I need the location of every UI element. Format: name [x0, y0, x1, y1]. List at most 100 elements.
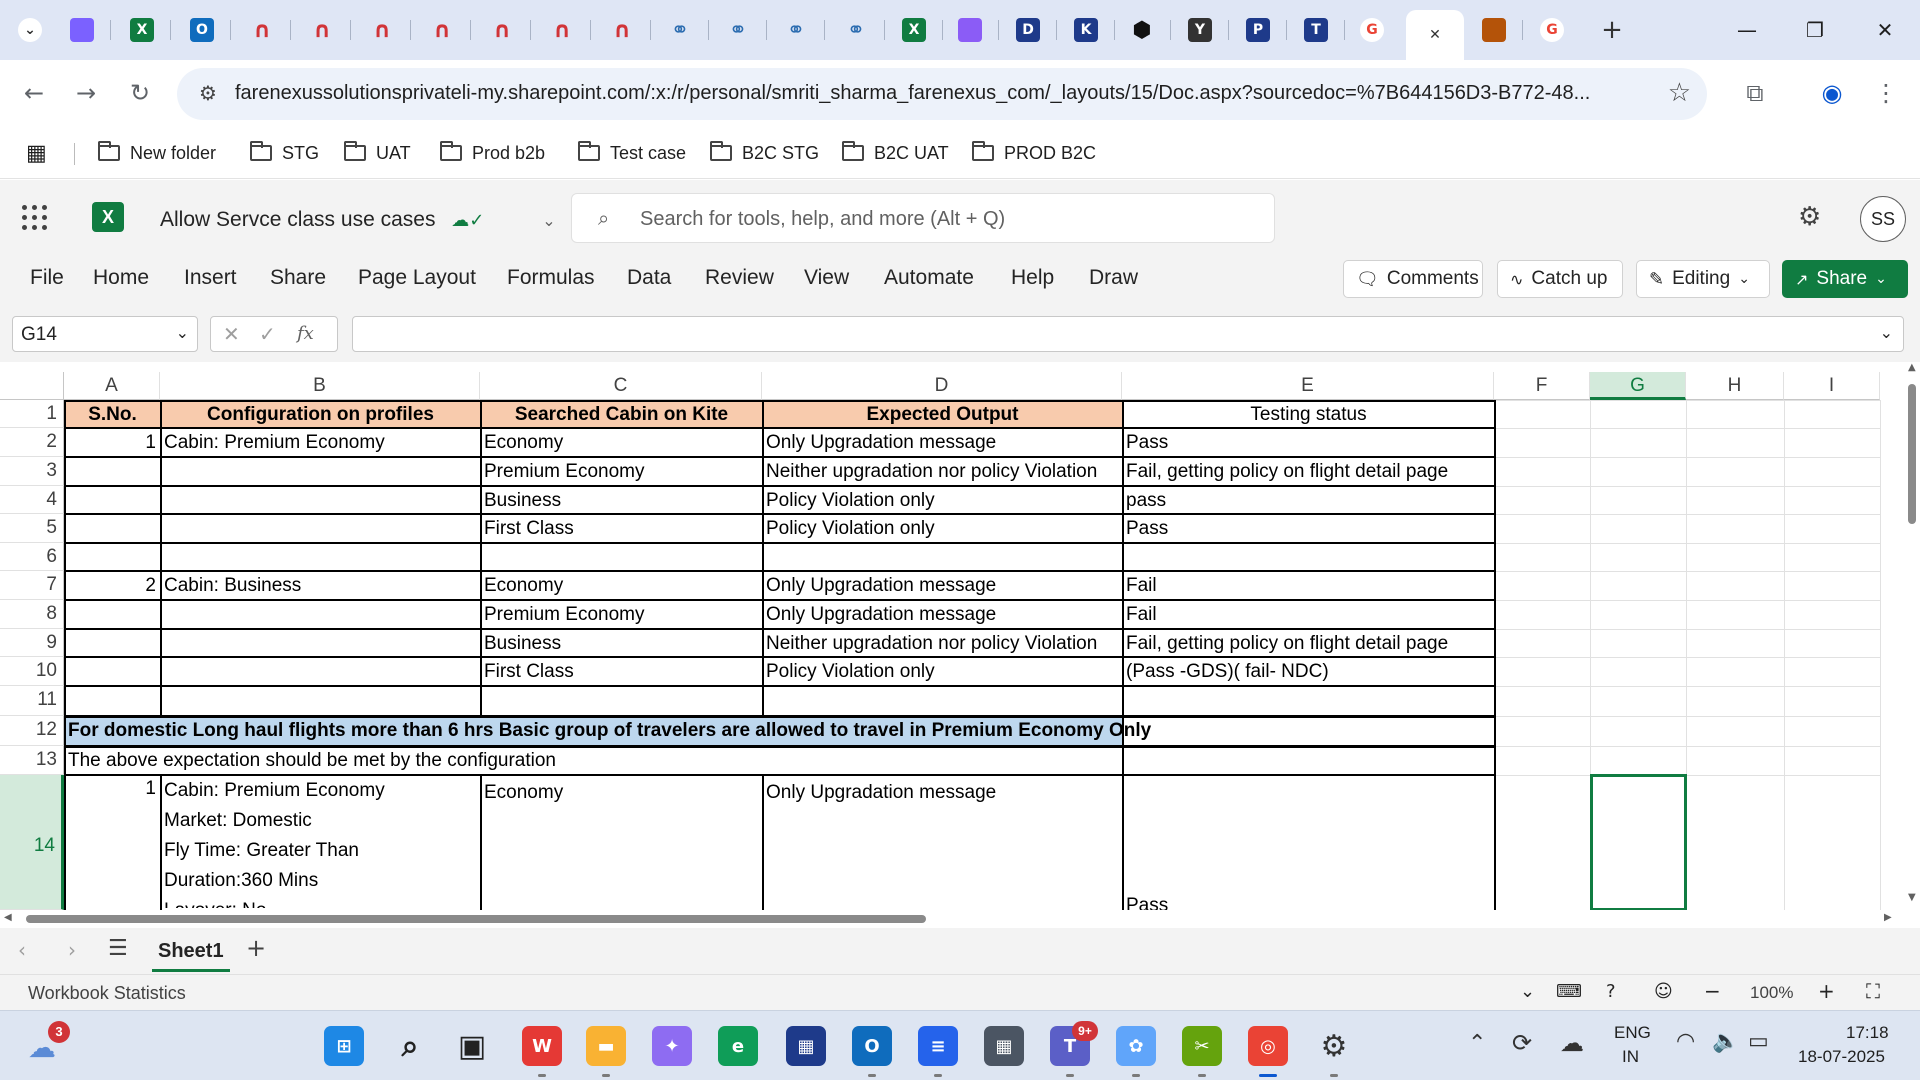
cell-d2[interactable]: Only Upgradation message — [763, 429, 1122, 457]
row-header-11[interactable]: 11 — [0, 686, 64, 716]
row-header-7[interactable]: 7 — [0, 571, 64, 600]
address-bar[interactable]: ⚙ farenexussolutionsprivateli-my.sharepo… — [177, 68, 1707, 120]
column-header-i[interactable]: I — [1784, 372, 1880, 400]
cell-a4[interactable] — [65, 487, 160, 514]
cell-d14[interactable]: Only Upgradation message — [763, 779, 996, 804]
cell-e7[interactable]: Fail — [1123, 572, 1494, 600]
browser-tab[interactable]: ∩ — [240, 10, 284, 50]
name-box[interactable]: G14 ⌄ — [12, 316, 198, 352]
cell-e8[interactable]: Fail — [1123, 601, 1494, 629]
browser-tab[interactable]: D — [1006, 10, 1050, 50]
forward-button[interactable]: → — [66, 73, 106, 113]
ribbon-tab-page-layout[interactable]: Page Layout — [358, 266, 476, 290]
search-input[interactable]: ⌕ Search for tools, help, and more (Alt … — [571, 193, 1275, 243]
bookmark-folder[interactable]: Prod b2b — [440, 138, 545, 168]
vertical-scrollbar[interactable]: ▲ ▼ — [1902, 362, 1920, 910]
sync-icon[interactable]: ⟳ — [1512, 1029, 1532, 1057]
onedrive-icon[interactable]: ☁ — [1560, 1029, 1584, 1057]
ribbon-tab-insert[interactable]: Insert — [184, 266, 237, 290]
add-sheet-button[interactable]: + — [246, 934, 266, 962]
ribbon-tab-file[interactable]: File — [30, 266, 64, 290]
bookmark-folder[interactable]: B2C UAT — [842, 138, 949, 168]
keyboard-icon[interactable]: ⌨ — [1556, 981, 1582, 1002]
cell-e2[interactable]: Pass — [1123, 429, 1494, 457]
cell-a9[interactable] — [65, 630, 160, 657]
merged-cell-a12[interactable]: For domestic Long haul flights more than… — [65, 717, 1151, 746]
cell-c6[interactable] — [481, 544, 762, 571]
cell-e11[interactable] — [1123, 687, 1494, 716]
app-launcher-icon[interactable] — [22, 205, 48, 231]
browser-tab[interactable]: ⚭ — [834, 10, 878, 50]
browser-tab[interactable]: ⚭ — [658, 10, 702, 50]
cell-b1[interactable]: Configuration on profiles — [161, 401, 480, 428]
merged-cell-a13[interactable]: The above expectation should be met by t… — [65, 747, 1122, 775]
cell-c11[interactable] — [481, 687, 762, 716]
row-header-2[interactable]: 2 — [0, 428, 64, 457]
column-header-d[interactable]: D — [762, 372, 1122, 400]
avatar[interactable]: SS — [1860, 196, 1906, 242]
prev-sheet-icon[interactable]: ‹ — [18, 938, 26, 962]
row-header-6[interactable]: 6 — [0, 543, 64, 571]
row-header-14[interactable]: 14 — [0, 775, 64, 910]
browser-tab[interactable]: ⬢ — [1120, 10, 1164, 50]
cell-e6[interactable] — [1123, 544, 1494, 571]
task-view-icon[interactable]: ▣ — [452, 1026, 492, 1066]
cell-d7[interactable]: Only Upgradation message — [763, 572, 1122, 600]
battery-icon[interactable]: ▭ — [1748, 1029, 1769, 1054]
cell-c7[interactable]: Economy — [481, 572, 762, 600]
cell-b14[interactable]: Cabin: Premium Economy Market: Domestic Fl… — [161, 773, 480, 908]
browser-tab[interactable]: G — [1350, 10, 1394, 50]
close-icon[interactable]: ✕ — [1423, 23, 1447, 47]
row-header-13[interactable]: 13 — [0, 746, 64, 775]
cell-c9[interactable]: Business — [481, 630, 762, 657]
volume-icon[interactable]: 🔈 — [1712, 1029, 1739, 1054]
column-header-c[interactable]: C — [480, 372, 762, 400]
cell-b5[interactable] — [161, 515, 480, 543]
start-icon[interactable]: ⊞ — [324, 1026, 364, 1066]
browser-tab[interactable] — [60, 10, 104, 50]
cell-a8[interactable] — [65, 601, 160, 629]
row-header-1[interactable]: 1 — [0, 400, 64, 428]
cell-c5[interactable]: First Class — [481, 515, 762, 543]
clock-time[interactable]: 17:18 — [1846, 1023, 1889, 1043]
window-close-button[interactable]: ✕ — [1856, 10, 1914, 50]
cell-d6[interactable] — [763, 544, 1122, 571]
horizontal-scroll-thumb[interactable] — [26, 915, 926, 923]
select-all-corner[interactable] — [0, 372, 64, 400]
row-header-10[interactable]: 10 — [0, 657, 64, 686]
outlook-icon[interactable]: O — [852, 1026, 892, 1066]
apps-icon[interactable]: ▦ — [26, 138, 47, 168]
cell-d8[interactable]: Only Upgradation message — [763, 601, 1122, 629]
next-sheet-icon[interactable]: › — [68, 938, 76, 962]
comments-button[interactable]: 🗨 Comments — [1343, 260, 1483, 298]
cell-e9[interactable]: Fail, getting policy on flight detail pa… — [1123, 630, 1494, 657]
wps-icon[interactable]: W — [522, 1026, 562, 1066]
zoom-out-button[interactable]: − — [1704, 979, 1721, 1003]
chevron-up-icon[interactable]: ⌃ — [1468, 1031, 1486, 1056]
help-icon[interactable]: ? — [1606, 981, 1616, 1002]
column-header-f[interactable]: F — [1494, 372, 1590, 400]
bookmark-star-icon[interactable]: ☆ — [1668, 78, 1691, 108]
clock-date[interactable]: 18-07-2025 — [1798, 1047, 1885, 1067]
all-sheets-icon[interactable]: ☰ — [108, 936, 128, 961]
browser-tab[interactable]: ∩ — [480, 10, 524, 50]
browser-tab[interactable]: Y — [1178, 10, 1222, 50]
settings-icon[interactable]: ⚙ — [1314, 1026, 1354, 1066]
cell-e5[interactable]: Pass — [1123, 515, 1494, 543]
row-header-4[interactable]: 4 — [0, 486, 64, 514]
active-tab[interactable]: ✕ — [1406, 10, 1464, 60]
ribbon-tab-review[interactable]: Review — [705, 266, 774, 290]
cell-c2[interactable]: Economy — [481, 429, 762, 457]
editing-mode-button[interactable]: ✎ Editing ⌄ — [1636, 260, 1770, 298]
ribbon-tab-help[interactable]: Help — [1011, 266, 1054, 290]
cell-b6[interactable] — [161, 544, 480, 571]
workbook-statistics-button[interactable]: Workbook Statistics — [28, 983, 186, 1004]
browser-tab[interactable] — [948, 10, 992, 50]
browser-tab[interactable]: ∩ — [300, 10, 344, 50]
formula-input[interactable]: ⌄ — [352, 316, 1904, 352]
cell-d11[interactable] — [763, 687, 1122, 716]
cell-a3[interactable] — [65, 458, 160, 486]
row-header-12[interactable]: 12 — [0, 716, 64, 746]
back-button[interactable]: ← — [14, 73, 54, 113]
edge-icon[interactable]: e — [718, 1026, 758, 1066]
